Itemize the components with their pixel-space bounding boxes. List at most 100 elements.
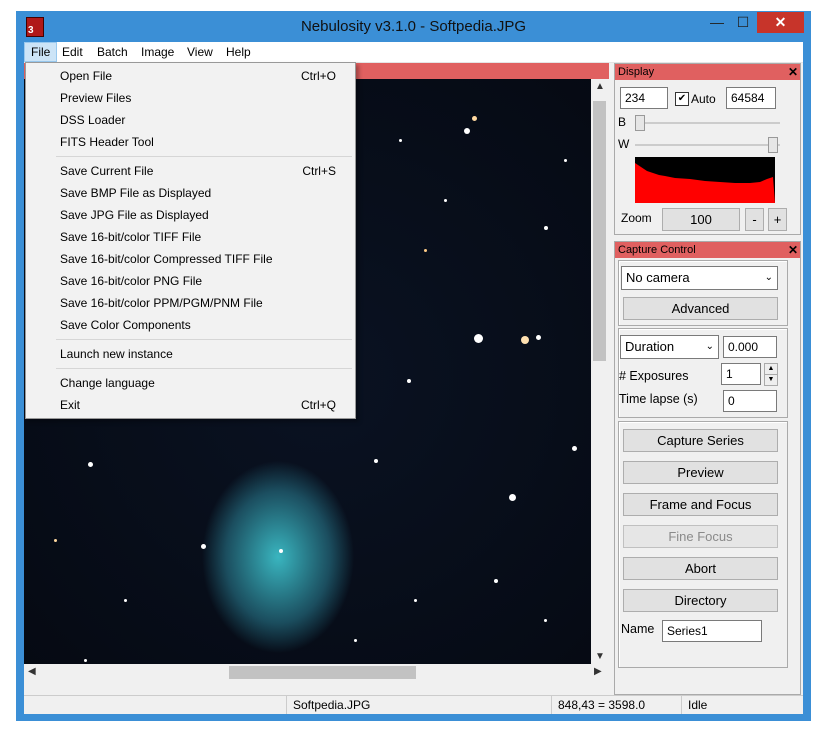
directory-button[interactable]: Directory	[623, 589, 778, 612]
menu-save-ppm[interactable]: Save 16-bit/color PPM/PGM/PNM File	[60, 292, 350, 314]
timelapse-input[interactable]: 0	[723, 390, 777, 412]
close-button[interactable]: ✕	[757, 12, 804, 33]
status-coordinates: 848,43 = 3598.0	[551, 696, 678, 714]
horizontal-scrollbar[interactable]: ◀ ▶	[24, 664, 609, 681]
fine-focus-button[interactable]: Fine Focus	[623, 525, 778, 548]
zoom-in-button[interactable]: +	[768, 208, 787, 231]
menu-item-label: Save JPG File as Displayed	[60, 208, 209, 222]
menu-save-color-components[interactable]: Save Color Components	[60, 314, 350, 336]
menu-save-compressed-tiff[interactable]: Save 16-bit/color Compressed TIFF File	[60, 248, 350, 270]
star	[407, 379, 411, 383]
histogram	[635, 157, 775, 203]
zoom-out-button[interactable]: -	[745, 208, 764, 231]
advanced-button[interactable]: Advanced	[623, 297, 778, 320]
menu-item-shortcut: Ctrl+S	[302, 164, 336, 178]
star	[88, 462, 93, 467]
menu-view[interactable]: View	[181, 42, 219, 62]
scroll-down-icon[interactable]: ▼	[595, 651, 605, 662]
window-title: Nebulosity v3.1.0 - Softpedia.JPG	[300, 18, 527, 35]
menu-exit[interactable]: Exit Ctrl+Q	[60, 394, 350, 416]
menu-help[interactable]: Help	[220, 42, 257, 62]
star	[374, 459, 378, 463]
menu-preview-files[interactable]: Preview Files	[60, 87, 350, 109]
star	[414, 599, 417, 602]
menu-item-label: Save Color Components	[60, 318, 191, 332]
b-slider-thumb[interactable]	[635, 115, 645, 131]
w-slider-thumb[interactable]	[768, 137, 778, 153]
menu-fits-header-tool[interactable]: FITS Header Tool	[60, 131, 350, 153]
minimize-button[interactable]: —	[704, 12, 730, 33]
abort-button[interactable]: Abort	[623, 557, 778, 580]
star	[544, 226, 548, 230]
client-area: File Edit Batch Image View Help ▲ ▼ ◀ ▶ …	[24, 42, 803, 714]
menu-item-label: Save Current File	[60, 164, 154, 178]
star	[544, 619, 547, 622]
menu-item-label: Save 16-bit/color PNG File	[60, 274, 203, 288]
menu-item-label: Save 16-bit/color PPM/PGM/PNM File	[60, 296, 263, 310]
zoom-label: Zoom	[621, 211, 652, 225]
star	[124, 599, 127, 602]
menu-item-label: Change language	[60, 376, 155, 390]
star	[474, 334, 483, 343]
name-input[interactable]: Series1	[662, 620, 762, 642]
display-close-icon[interactable]: ✕	[788, 64, 798, 80]
star	[201, 544, 206, 549]
duration-input[interactable]: 0.000	[723, 336, 777, 358]
star	[464, 128, 470, 134]
zoom-value-button[interactable]: 100	[662, 208, 740, 231]
frame-focus-button[interactable]: Frame and Focus	[623, 493, 778, 516]
scroll-right-icon[interactable]: ▶	[594, 666, 602, 677]
timelapse-label: Time lapse (s)	[619, 392, 698, 406]
auto-checkbox[interactable]: ✔	[675, 92, 689, 106]
scroll-up-icon[interactable]: ▲	[595, 81, 605, 92]
menu-image[interactable]: Image	[135, 42, 180, 62]
capture-panel-title: Capture Control	[615, 242, 800, 258]
camera-select[interactable]: No camera ⌄	[621, 266, 778, 290]
duration-select[interactable]: Duration ⌄	[620, 335, 719, 359]
black-point-input[interactable]: 234	[620, 87, 668, 109]
menu-save-current-file[interactable]: Save Current File Ctrl+S	[60, 160, 350, 182]
b-slider-label: B	[618, 115, 627, 129]
horizontal-scroll-thumb[interactable]	[229, 666, 416, 679]
preview-button[interactable]: Preview	[623, 461, 778, 484]
display-panel: Display ✕ 234 ✔ Auto 64584 B W Zoom 100 …	[614, 63, 801, 235]
menu-item-label: Exit	[60, 398, 81, 412]
star	[84, 659, 87, 662]
duration-select-value: Duration	[625, 339, 675, 354]
white-point-input[interactable]: 64584	[726, 87, 776, 109]
star	[354, 639, 357, 642]
menu-dss-loader[interactable]: DSS Loader	[60, 109, 350, 131]
menu-save-tiff[interactable]: Save 16-bit/color TIFF File	[60, 226, 350, 248]
capture-close-icon[interactable]: ✕	[788, 242, 798, 258]
b-slider-track[interactable]	[635, 122, 780, 124]
menu-save-png[interactable]: Save 16-bit/color PNG File	[60, 270, 350, 292]
menu-save-bmp[interactable]: Save BMP File as Displayed	[60, 182, 350, 204]
vertical-scrollbar[interactable]: ▲ ▼	[591, 79, 609, 664]
menu-item-label: DSS Loader	[60, 113, 126, 127]
menu-item-label: Open File	[60, 69, 113, 83]
menu-file[interactable]: File	[24, 42, 58, 62]
menu-separator	[56, 339, 352, 340]
menu-open-file[interactable]: Open File Ctrl+O	[60, 65, 350, 87]
status-bar: Softpedia.JPG 848,43 = 3598.0 Idle	[24, 695, 803, 714]
star	[572, 446, 577, 451]
star	[521, 336, 529, 344]
maximize-button[interactable]: ☐	[730, 12, 756, 33]
menu-save-jpg[interactable]: Save JPG File as Displayed	[60, 204, 350, 226]
exposures-input[interactable]: 1	[721, 363, 761, 385]
w-slider-track[interactable]	[635, 144, 780, 146]
menu-launch-new-instance[interactable]: Launch new instance	[60, 343, 350, 365]
menu-batch[interactable]: Batch	[91, 42, 134, 62]
status-filename: Softpedia.JPG	[286, 696, 553, 714]
menu-edit[interactable]: Edit	[56, 42, 89, 62]
capture-series-button[interactable]: Capture Series	[623, 429, 778, 452]
menu-separator	[56, 156, 352, 157]
app-window: 3 Nebulosity v3.1.0 - Softpedia.JPG — ☐ …	[16, 11, 811, 721]
exposures-down-icon[interactable]: ▼	[764, 374, 778, 386]
title-bar[interactable]: 3 Nebulosity v3.1.0 - Softpedia.JPG — ☐ …	[16, 11, 811, 42]
menu-change-language[interactable]: Change language	[60, 372, 350, 394]
scroll-left-icon[interactable]: ◀	[28, 666, 36, 677]
vertical-scroll-thumb[interactable]	[593, 101, 606, 361]
camera-select-value: No camera	[626, 270, 690, 285]
file-menu-dropdown: Open File Ctrl+O Preview Files DSS Loader…	[25, 62, 356, 419]
